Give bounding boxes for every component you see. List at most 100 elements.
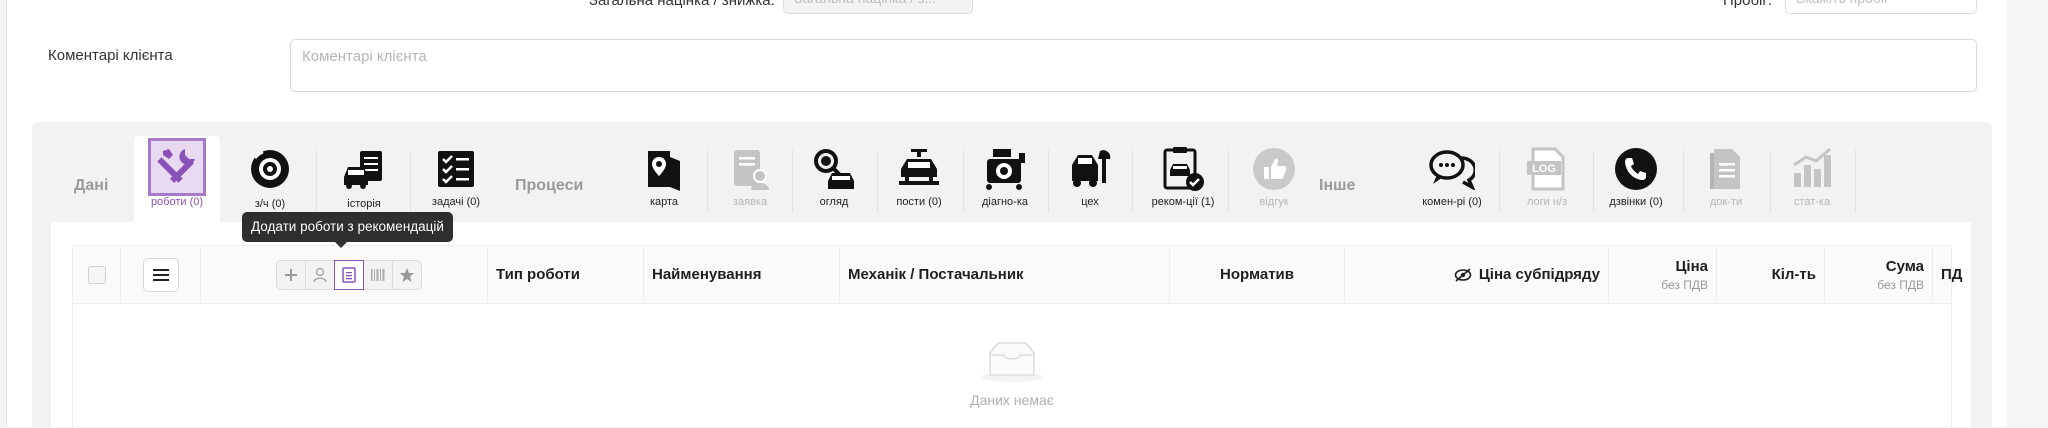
- eye-slash-icon[interactable]: [1454, 267, 1472, 282]
- tab-separator: [410, 150, 411, 212]
- add-by-barcode-button[interactable]: [363, 259, 393, 290]
- add-favorite-button[interactable]: [392, 259, 422, 290]
- table-header: Тип роботи Найменування Механік / Постач…: [73, 246, 1962, 304]
- empty-text: Даних немає: [970, 392, 1054, 408]
- tab-recommendations-label: реком-ції (1): [1151, 196, 1215, 208]
- col-price-sublabel: без ПДВ: [1661, 277, 1708, 292]
- plus-icon: [285, 268, 297, 281]
- tab-parts[interactable]: з/ч (0): [227, 136, 313, 222]
- client-comment-input[interactable]: Коментарі клієнта: [290, 39, 1977, 92]
- tab-calls[interactable]: дзвінки (0): [1593, 136, 1679, 222]
- document-icon: [1703, 146, 1749, 192]
- tab-request-label: заявка: [732, 196, 768, 208]
- tab-comments-label: комен-рі (0): [1422, 196, 1482, 208]
- order-panel: Дані роботи (0) з/ч (0) історія задачі (…: [32, 122, 1992, 428]
- col-name[interactable]: Найменування: [644, 246, 840, 303]
- tab-feedback[interactable]: відгук: [1231, 136, 1317, 222]
- menu-cell: [121, 246, 201, 303]
- tab-history[interactable]: історія: [321, 136, 407, 222]
- add-work-button[interactable]: [276, 259, 306, 290]
- markup-label: Загальна націнка / знижка:: [589, 0, 775, 9]
- tools-icon: [148, 138, 206, 196]
- col-subcontract-price-label: Ціна субпідряду: [1478, 266, 1600, 283]
- col-price-label: Ціна: [1675, 257, 1708, 275]
- select-all-checkbox[interactable]: [87, 265, 106, 284]
- tab-diagnostics[interactable]: діагно-ка: [962, 136, 1048, 222]
- car-history-icon: [341, 146, 387, 192]
- page: Загальна націнка / знижка: Загальна наці…: [6, 0, 2008, 428]
- tab-works[interactable]: роботи (0): [134, 136, 220, 222]
- col-norm[interactable]: Норматив: [1170, 246, 1345, 303]
- empty-state: Даних немає: [73, 341, 1951, 408]
- column-menu-button[interactable]: [142, 257, 179, 292]
- brake-disc-icon: [247, 146, 293, 192]
- client-comment-label: Коментарі клієнта: [48, 47, 173, 64]
- tab-posts[interactable]: пости (0): [876, 136, 962, 222]
- tab-logs[interactable]: LOG логи н/з: [1504, 136, 1590, 222]
- group-label-other: Інше: [1319, 177, 1356, 194]
- tab-bar: Дані роботи (0) з/ч (0) історія задачі (…: [32, 136, 1992, 222]
- recommendations-icon: [1160, 146, 1206, 192]
- tab-separator: [316, 150, 317, 212]
- works-content: Тип роботи Найменування Механік / Постач…: [51, 222, 1971, 428]
- phone-icon: [1613, 146, 1659, 192]
- tab-workshop-label: цех: [1081, 196, 1099, 208]
- map-pin-icon: [641, 146, 687, 192]
- col-subcontract-price[interactable]: Ціна субпідряду: [1345, 246, 1609, 303]
- mileage-label: Пробіг:: [1723, 0, 1773, 9]
- list-document-icon: [342, 266, 356, 283]
- request-icon: [727, 146, 773, 192]
- hamburger-icon: [152, 268, 169, 281]
- markup-input[interactable]: Загальна націнка / з...: [783, 0, 973, 14]
- tooltip-text: Додати роботи з рекомендацій: [251, 219, 444, 234]
- thumbs-up-icon: [1251, 146, 1297, 192]
- tab-map[interactable]: карта: [621, 136, 707, 222]
- col-work-type[interactable]: Тип роботи: [488, 246, 644, 303]
- tab-separator: [1499, 150, 1500, 212]
- tab-separator: [1228, 150, 1229, 212]
- tooltip-arrow: [335, 242, 347, 248]
- tab-workshop[interactable]: цех: [1047, 136, 1133, 222]
- col-vat[interactable]: ПД: [1933, 246, 1993, 303]
- mileage-input[interactable]: Вкажіть пробіг: [1785, 0, 1977, 14]
- add-toolbar: [276, 259, 422, 290]
- tab-posts-label: пости (0): [896, 196, 942, 208]
- select-all-cell: [73, 246, 121, 303]
- tab-inspection-label: огляд: [819, 196, 849, 208]
- tab-statistics[interactable]: стат-ка: [1769, 136, 1855, 222]
- col-sum-sublabel: без ПДВ: [1877, 277, 1924, 292]
- diagnostics-icon: [982, 146, 1028, 192]
- tab-diagnostics-label: діагно-ка: [981, 196, 1029, 208]
- tab-recommendations[interactable]: реком-ції (1): [1140, 136, 1226, 222]
- tab-works-label: роботи (0): [150, 196, 204, 208]
- recommendations-tooltip: Додати роботи з рекомендацій: [242, 212, 453, 248]
- add-from-mechanic-button[interactable]: [305, 259, 335, 290]
- workshop-icon: [1067, 146, 1113, 192]
- tab-request[interactable]: заявка: [707, 136, 793, 222]
- col-sum[interactable]: Сума без ПДВ: [1825, 246, 1933, 303]
- tab-separator: [1132, 150, 1133, 212]
- tab-inspection[interactable]: огляд: [791, 136, 877, 222]
- tab-feedback-label: відгук: [1259, 196, 1289, 208]
- tab-tasks[interactable]: задачі (0): [413, 136, 499, 222]
- tab-comments[interactable]: комен-рі (0): [1409, 136, 1495, 222]
- car-lift-icon: [896, 146, 942, 192]
- comments-icon: [1429, 146, 1475, 192]
- task-list-icon: [433, 146, 479, 192]
- tab-history-label: історія: [347, 198, 381, 210]
- col-mechanic[interactable]: Механік / Постачальник: [840, 246, 1170, 303]
- col-sum-label: Сума: [1885, 257, 1924, 275]
- barcode-icon: [371, 268, 385, 281]
- tab-documents[interactable]: док-ти: [1683, 136, 1769, 222]
- add-from-recommendations-button[interactable]: [334, 259, 364, 290]
- group-label-processes: Процеси: [515, 177, 584, 194]
- statistics-icon: [1789, 146, 1835, 192]
- tab-map-label: карта: [649, 196, 679, 208]
- right-gutter: [2007, 0, 2048, 427]
- col-price[interactable]: Ціна без ПДВ: [1609, 246, 1717, 303]
- tab-logs-label: логи н/з: [1526, 196, 1568, 208]
- col-quantity[interactable]: Кіл-ть: [1717, 246, 1825, 303]
- group-label-data: Дані: [74, 177, 109, 194]
- svg-text:LOG: LOG: [1532, 163, 1556, 175]
- tab-statistics-label: стат-ка: [1793, 196, 1831, 208]
